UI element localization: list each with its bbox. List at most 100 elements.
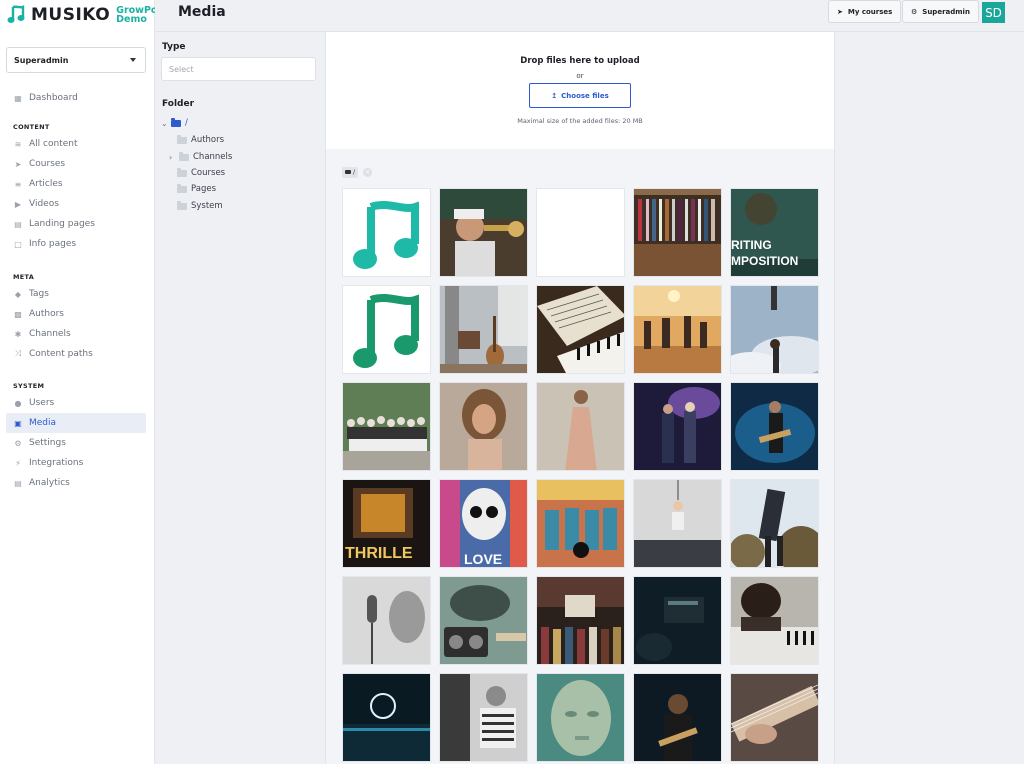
page-icon: □ bbox=[14, 239, 22, 249]
sidebar-item-tags[interactable]: ◆ Tags bbox=[6, 284, 146, 304]
sidebar-item-media[interactable]: ▣ Media bbox=[6, 413, 146, 433]
sidebar-item-videos[interactable]: ▶ Videos bbox=[6, 194, 146, 214]
media-item-vinyl-crates[interactable] bbox=[536, 576, 625, 665]
media-item-lennon-mural[interactable]: LOVE bbox=[439, 479, 528, 568]
sidebar-item-courses[interactable]: ➤ Courses bbox=[6, 154, 146, 174]
sidebar-item-label: Courses bbox=[29, 159, 66, 169]
or-text: or bbox=[576, 72, 584, 80]
sidebar-item-authors[interactable]: ▩ Authors bbox=[6, 304, 146, 324]
upload-icon: ↥ bbox=[551, 91, 558, 100]
media-item-record-shelf[interactable] bbox=[633, 188, 722, 277]
folder-pages[interactable]: Pages bbox=[177, 182, 216, 196]
type-select[interactable]: Select bbox=[161, 57, 316, 81]
sidebar-item-all-content[interactable]: ≋ All content bbox=[6, 134, 146, 154]
folder-channels[interactable]: › Channels bbox=[169, 150, 232, 164]
media-item-beatles-mural[interactable] bbox=[536, 479, 625, 568]
sidebar-item-label: Analytics bbox=[29, 478, 70, 488]
media-item-trumpet-player[interactable] bbox=[439, 188, 528, 277]
type-label: Type bbox=[162, 42, 186, 52]
upload-dropzone[interactable]: Drop files here to upload or ↥ Choose fi… bbox=[326, 32, 834, 149]
role-select-value: Superadmin bbox=[14, 55, 69, 65]
media-item-sheet-music-piano[interactable] bbox=[536, 285, 625, 374]
media-item-bass-player[interactable] bbox=[633, 673, 722, 762]
chevron-right-icon: › bbox=[169, 152, 173, 162]
sidebar-item-label: Info pages bbox=[29, 239, 77, 249]
sidebar-item-settings[interactable]: ⚙ Settings bbox=[6, 433, 146, 453]
media-item-logo-green[interactable] bbox=[342, 285, 431, 374]
media-item-thriller-sign[interactable]: THRILLE bbox=[342, 479, 431, 568]
my-courses-button[interactable]: ➤ My courses bbox=[828, 0, 902, 23]
media-item-guitarist-stage[interactable] bbox=[730, 382, 819, 471]
media-item-neon-studio[interactable] bbox=[342, 673, 431, 762]
media-item-logo-teal[interactable] bbox=[342, 188, 431, 277]
sidebar-item-label: Content paths bbox=[29, 349, 93, 359]
media-item-singer-microphone[interactable] bbox=[342, 576, 431, 665]
sidebar-item-label: Articles bbox=[29, 179, 63, 189]
brand-logo[interactable]: MUSIKO GrowPoint Demo bbox=[7, 2, 172, 28]
choose-files-label: Choose files bbox=[561, 91, 609, 100]
filter-panel: Type Select Folder ⌄ / Authors › Channel… bbox=[155, 32, 326, 764]
plug-icon: ⚡ bbox=[15, 458, 21, 468]
window-icon: ▤ bbox=[14, 219, 22, 229]
sidebar-item-label: Media bbox=[29, 418, 57, 428]
media-item-guitar-closeup[interactable] bbox=[730, 673, 819, 762]
folder-authors[interactable]: Authors bbox=[177, 133, 224, 147]
media-item-radio-relax[interactable] bbox=[439, 576, 528, 665]
media-item-guitar-room[interactable] bbox=[439, 285, 528, 374]
media-item-group-photo[interactable] bbox=[342, 382, 431, 471]
photo-thumbnail bbox=[440, 286, 527, 373]
sidebar-item-label: Tags bbox=[29, 289, 49, 299]
folder-label: System bbox=[191, 201, 223, 211]
photo-thumbnail bbox=[537, 189, 624, 276]
choose-files-button[interactable]: ↥ Choose files bbox=[529, 83, 631, 108]
media-item-dark-synth[interactable] bbox=[633, 576, 722, 665]
media-item-concert-duo[interactable] bbox=[633, 382, 722, 471]
sidebar-item-channels[interactable]: ✱ Channels bbox=[6, 324, 146, 344]
folder-icon bbox=[177, 183, 187, 193]
media-item-people-sunset[interactable] bbox=[633, 285, 722, 374]
media-item-writing-composition[interactable]: RITING MPOSITION bbox=[730, 188, 819, 277]
breadcrumb-root[interactable]: / bbox=[342, 166, 359, 178]
media-overlay-text: THRILLE bbox=[345, 545, 413, 562]
sidebar-item-landing-pages[interactable]: ▤ Landing pages bbox=[6, 214, 146, 234]
media-item-woman-dress[interactable] bbox=[536, 382, 625, 471]
music-note-icon bbox=[7, 5, 25, 23]
media-item-woman-curly-hair[interactable] bbox=[439, 382, 528, 471]
photo-thumbnail bbox=[634, 577, 721, 664]
photo-thumbnail bbox=[537, 674, 624, 761]
play-icon: ▶ bbox=[14, 199, 22, 209]
media-item-blank-white[interactable] bbox=[536, 188, 625, 277]
folder-courses[interactable]: Courses bbox=[177, 166, 225, 180]
sidebar-item-dashboard[interactable]: ▦ Dashboard bbox=[6, 88, 146, 108]
chevron-down-icon: ⌄ bbox=[161, 118, 168, 128]
folder-system[interactable]: System bbox=[177, 199, 223, 213]
photo-thumbnail: RITING MPOSITION bbox=[731, 189, 818, 276]
music-note-icon bbox=[343, 286, 430, 373]
photo-thumbnail bbox=[731, 383, 818, 470]
rss-icon: ≋ bbox=[14, 139, 22, 149]
sidebar-item-label: Videos bbox=[29, 199, 59, 209]
close-icon[interactable]: × bbox=[363, 167, 373, 177]
right-gutter bbox=[834, 32, 1024, 764]
sidebar-item-info-pages[interactable]: □ Info pages bbox=[6, 234, 146, 254]
superadmin-button[interactable]: ⚙ Superadmin bbox=[902, 0, 979, 23]
breadcrumb-path: / bbox=[353, 168, 356, 176]
media-item-hands-sky[interactable] bbox=[730, 285, 819, 374]
avatar[interactable]: SD bbox=[982, 2, 1005, 23]
media-item-woman-piano[interactable] bbox=[730, 576, 819, 665]
media-item-hanging-figure[interactable] bbox=[633, 479, 722, 568]
sidebar-item-users[interactable]: ● Users bbox=[6, 393, 146, 413]
media-item-accordion-player[interactable] bbox=[439, 673, 528, 762]
folder-tree-root[interactable]: ⌄ / bbox=[161, 116, 188, 130]
sidebar-item-content-paths[interactable]: ⤨ Content paths bbox=[6, 344, 146, 364]
paper-plane-icon: ➤ bbox=[837, 7, 843, 16]
nav-dashboard-group: ▦ Dashboard bbox=[6, 88, 146, 108]
sidebar-item-articles[interactable]: ≡ Articles bbox=[6, 174, 146, 194]
photo-thumbnail bbox=[343, 577, 430, 664]
sidebar-item-analytics[interactable]: ▤ Analytics bbox=[6, 473, 146, 493]
role-select[interactable]: Superadmin bbox=[6, 47, 146, 73]
sidebar-item-integrations[interactable]: ⚡ Integrations bbox=[6, 453, 146, 473]
media-item-jumping-man[interactable] bbox=[730, 479, 819, 568]
media-item-statue-head[interactable] bbox=[536, 673, 625, 762]
nav-meta-group: META ◆ Tags ▩ Authors ✱ Channels ⤨ Content p… bbox=[6, 270, 146, 364]
